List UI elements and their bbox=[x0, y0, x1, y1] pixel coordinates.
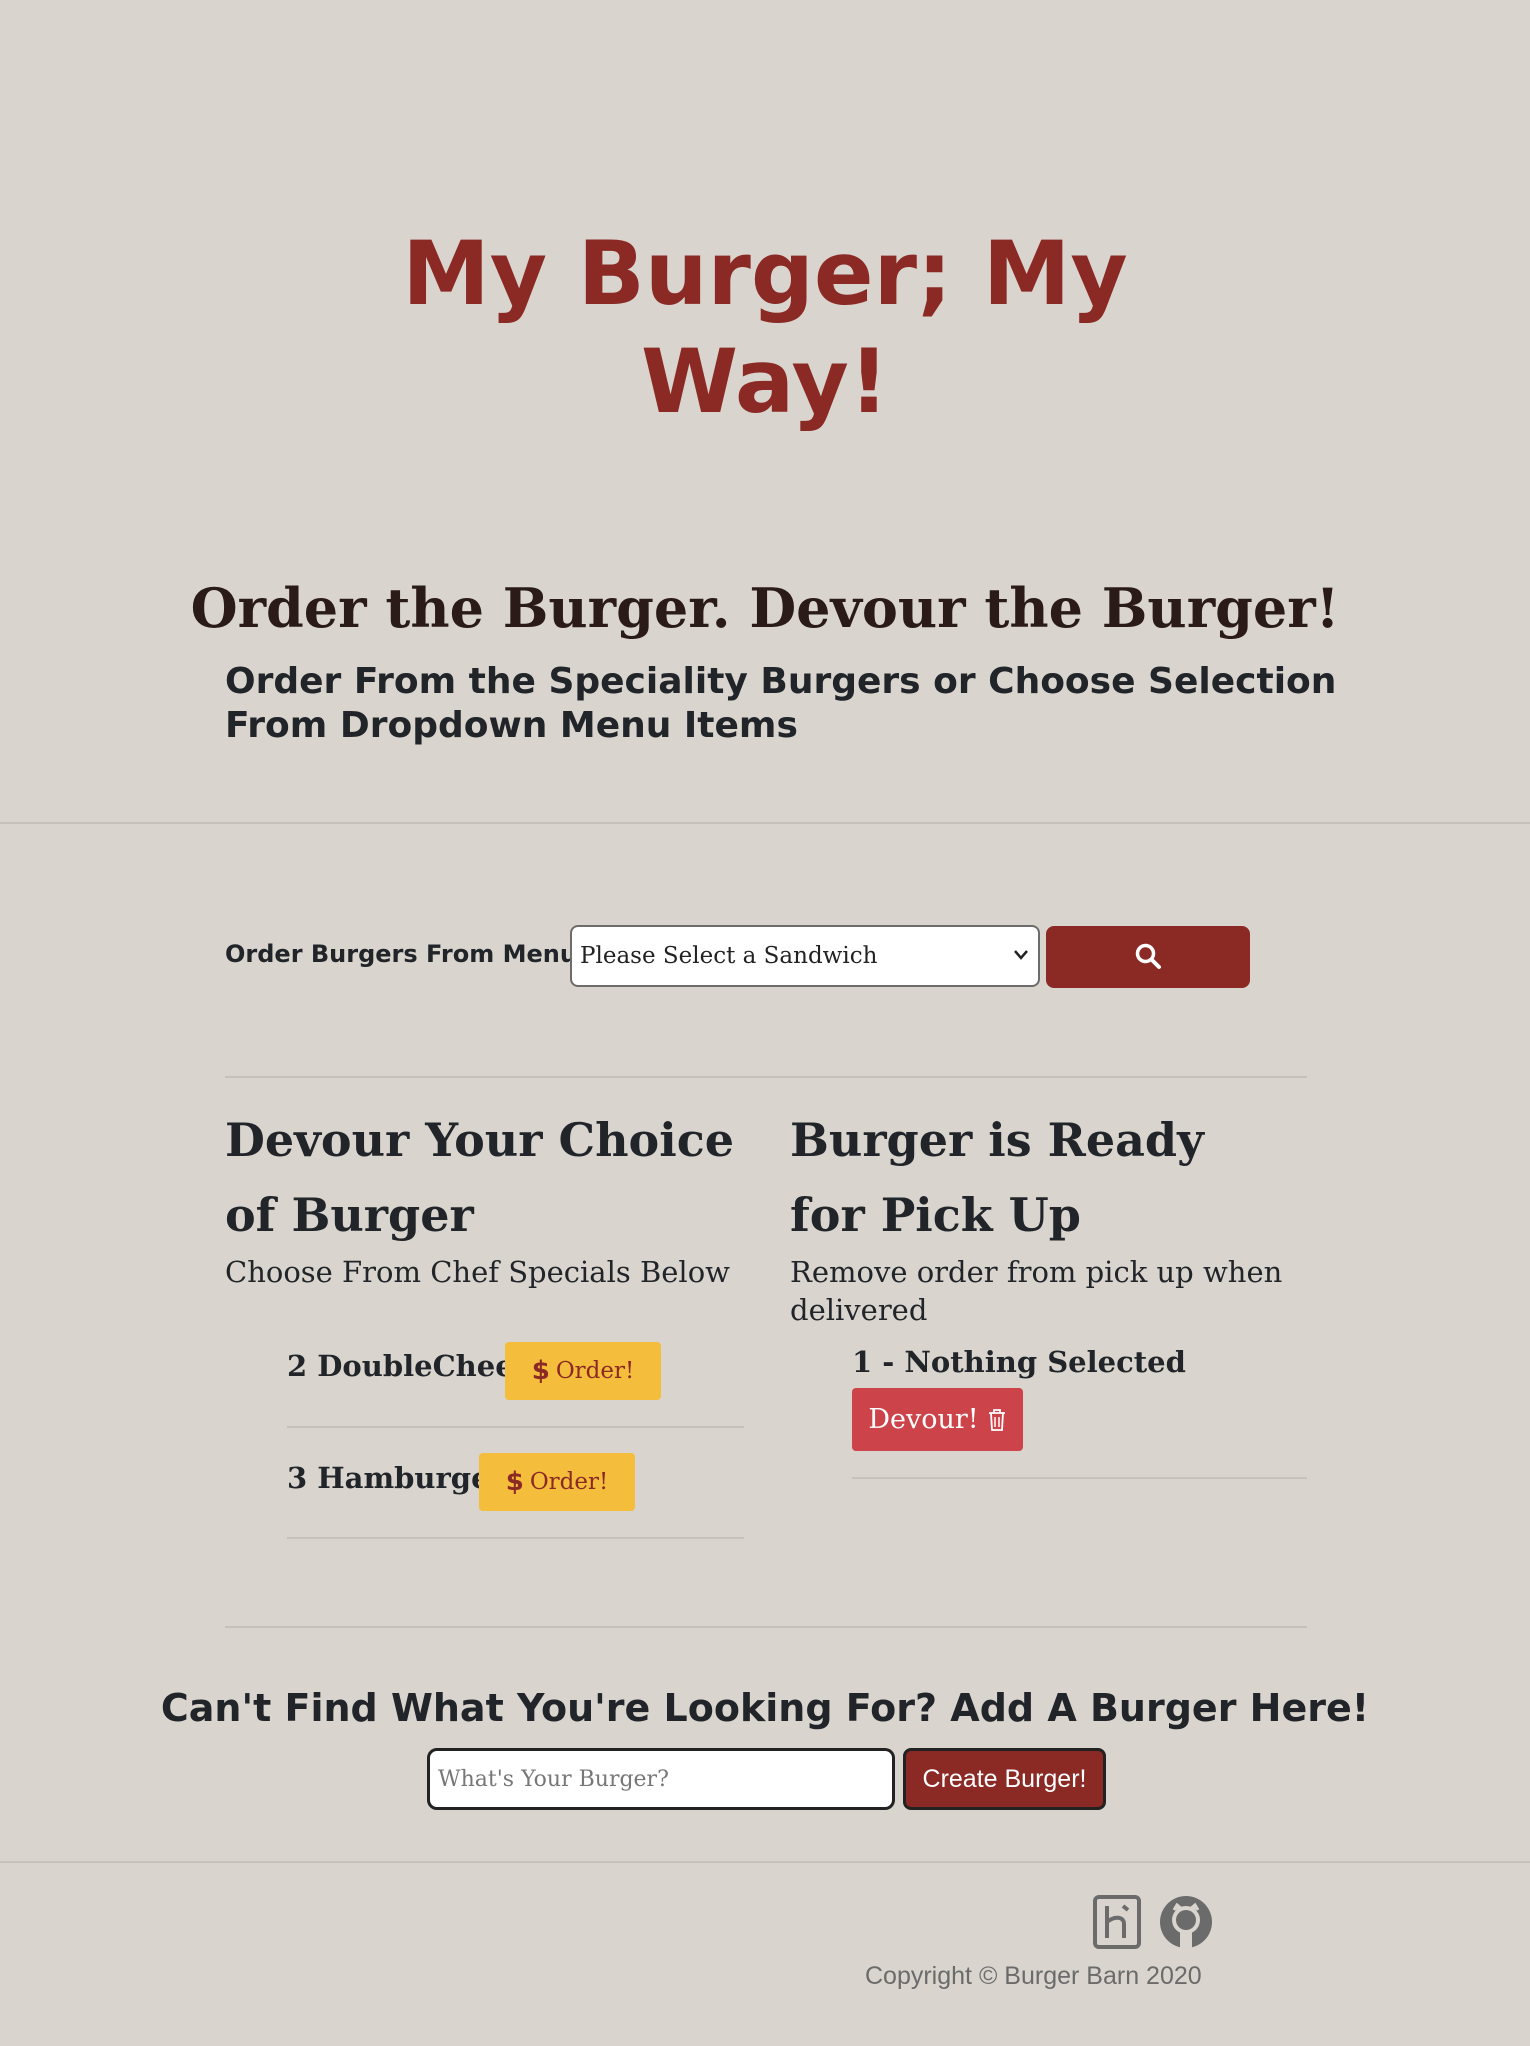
order-button-label: Order! bbox=[529, 1469, 609, 1495]
devour-button[interactable]: Devour! bbox=[852, 1388, 1023, 1451]
add-burger-title: Can't Find What You're Looking For? Add … bbox=[160, 1686, 1370, 1730]
order-button[interactable]: $ Order! bbox=[505, 1342, 661, 1400]
divider bbox=[225, 1626, 1307, 1628]
chevron-down-icon bbox=[1014, 944, 1028, 971]
specials-title: Devour Your Choice of Burger bbox=[225, 1113, 734, 1242]
intro-subtitle: Order From the Speciality Burgers or Cho… bbox=[225, 661, 1337, 746]
order-button[interactable]: $ Order! bbox=[479, 1453, 635, 1511]
devour-button-label: Devour! bbox=[868, 1404, 979, 1435]
pickup-item-name: 1 - Nothing Selected bbox=[852, 1345, 1186, 1379]
dollar-icon: $ bbox=[505, 1467, 524, 1497]
special-item-name: 3 Hamburger bbox=[287, 1461, 505, 1495]
divider bbox=[287, 1426, 744, 1428]
divider bbox=[0, 822, 1530, 824]
sandwich-select-value: Please Select a Sandwich bbox=[580, 943, 878, 969]
pickup-title: Burger is Ready for Pick Up bbox=[790, 1113, 1204, 1242]
heroku-icon[interactable] bbox=[1090, 1894, 1146, 1950]
menu-label: Order Burgers From Menu bbox=[225, 940, 577, 968]
special-item-name: 2 DoubleCheez bbox=[287, 1349, 531, 1383]
tagline: Order the Burger. Devour the Burger! bbox=[190, 576, 1340, 640]
dollar-icon: $ bbox=[531, 1356, 550, 1386]
divider bbox=[225, 1076, 1307, 1078]
divider bbox=[0, 1861, 1530, 1863]
search-button[interactable] bbox=[1046, 926, 1250, 988]
divider bbox=[852, 1477, 1307, 1479]
pickup-subtitle: Remove order from pick up when delivered bbox=[790, 1255, 1283, 1327]
specials-subtitle: Choose From Chef Specials Below bbox=[225, 1255, 730, 1289]
search-icon bbox=[1134, 942, 1162, 973]
order-button-label: Order! bbox=[555, 1358, 635, 1384]
copyright-text: Copyright © Burger Barn 2020 bbox=[865, 1962, 1202, 1990]
divider bbox=[287, 1537, 744, 1539]
hero-title: My Burger; My Way! bbox=[402, 222, 1128, 433]
create-burger-button[interactable]: Create Burger! bbox=[903, 1748, 1106, 1810]
burger-name-input[interactable] bbox=[427, 1748, 895, 1810]
github-icon[interactable] bbox=[1158, 1894, 1214, 1950]
sandwich-select[interactable]: Please Select a Sandwich bbox=[570, 925, 1040, 987]
trash-icon bbox=[987, 1408, 1007, 1432]
